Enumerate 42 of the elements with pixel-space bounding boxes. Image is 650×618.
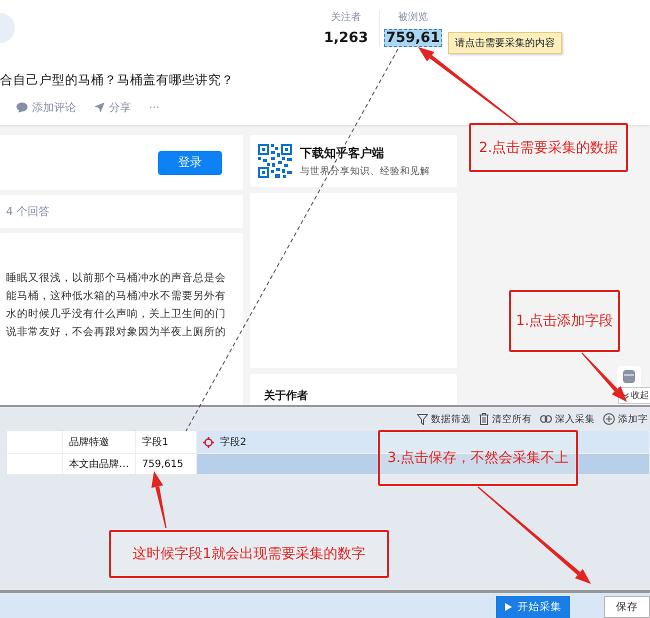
app-subtitle: 与世界分享知识、经验和见解 [300, 164, 430, 178]
toolbar-button[interactable]: 清空所有 [479, 412, 532, 426]
qr-code-icon [258, 144, 292, 178]
arrow [151, 471, 167, 528]
speech-bubble-icon [16, 102, 28, 113]
app-title: 下载知乎客户端 [300, 144, 385, 162]
paper-plane-icon [94, 102, 105, 113]
drawer-icon[interactable] [617, 366, 641, 388]
callout: 1.点击添加字段 [509, 290, 620, 352]
toolbar-button[interactable]: 数据筛选 [417, 412, 471, 426]
trash-icon [479, 413, 489, 425]
answer-count: 4 个回答 [6, 204, 50, 219]
stat-label: 被浏览 [398, 10, 428, 24]
author-heading: 关于作者 [264, 389, 308, 402]
start-button[interactable]: 开始采集 [496, 596, 570, 618]
arrow [582, 352, 627, 402]
stat-value: 1,263 [322, 29, 370, 47]
callout: 这时候字段1就会出现需要采集的数字 [109, 530, 389, 578]
question-title: 合自己户型的马桶？马桶盖有哪些讲究？ [0, 72, 235, 89]
table-cell: 759,615 [136, 454, 196, 474]
column-header[interactable]: 品牌特邀 [62, 431, 136, 454]
save-button[interactable]: 保存 [604, 596, 650, 618]
stat-value: 759,61 [384, 29, 442, 47]
article-text: 能马桶，这种低水箱的马桶冲水不需要另外有 [6, 289, 227, 304]
chevron-icon [622, 392, 629, 398]
plus-circle-icon [603, 413, 615, 425]
article-text: 说非常友好，不会再跟对象因为半夜上厕所的 [6, 325, 227, 340]
play-icon [504, 603, 512, 611]
link-icon [540, 415, 552, 423]
toolbar-button[interactable]: 深入采集 [540, 412, 595, 426]
filter-icon [417, 414, 428, 424]
toolbar-button[interactable]: 添加字 [603, 412, 648, 426]
article-text: 睡眠又很浅，以前那个马桶冲水的声音总是会 [6, 271, 227, 286]
table-cell: 本文由品牌… [62, 454, 136, 474]
target-icon [203, 436, 214, 448]
tooltip: 请点击需要采集的内容 [448, 32, 562, 54]
login-button[interactable]: 登录 [158, 150, 222, 174]
column-header[interactable]: 字段1 [136, 431, 196, 454]
callout: 3.点击保存，不然会采集不上 [378, 430, 578, 486]
stat-label: 关注者 [331, 10, 361, 24]
article-text: 水的时候几乎没有什么声响，关上卫生间的门 [6, 307, 227, 322]
callout: 2.点击需要采集的数据 [469, 123, 628, 172]
